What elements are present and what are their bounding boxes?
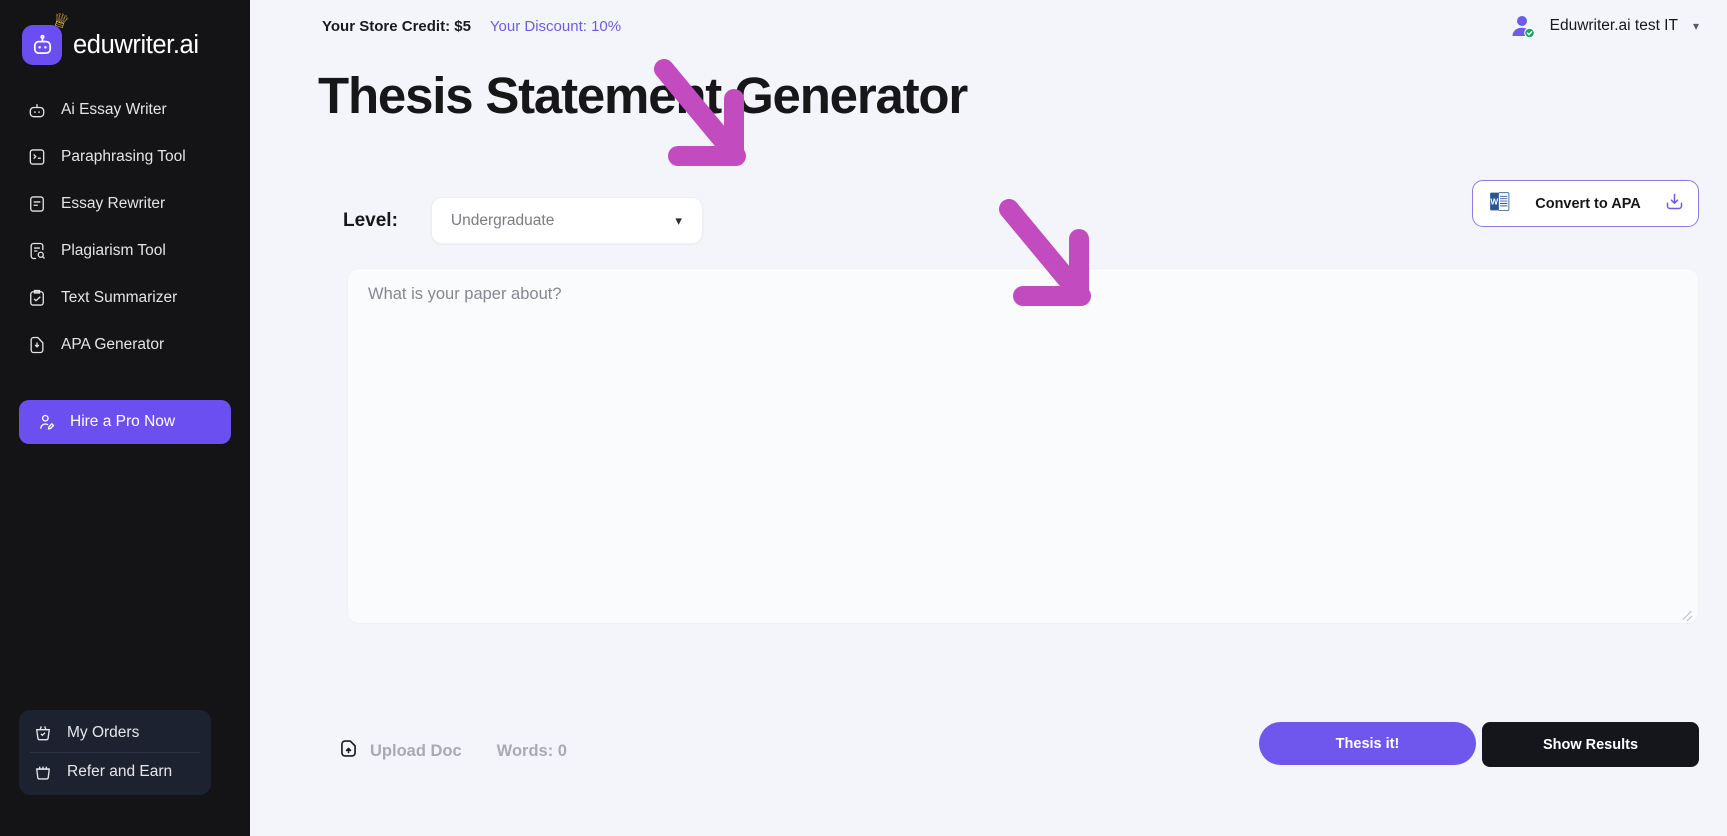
paper-topic-textarea[interactable]: What is your paper about?	[347, 268, 1699, 624]
word-count: Words: 0	[496, 741, 567, 760]
sidebar-item-my-orders[interactable]: My Orders	[19, 714, 211, 752]
basket-check-icon	[33, 723, 53, 743]
level-selector-row: Level: Undergraduate ▾	[343, 197, 703, 244]
chevron-down-icon: ▾	[675, 212, 682, 228]
topbar: Your Store Credit: $5 Your Discount: 10%…	[250, 0, 1727, 52]
page-title: Thesis Statement Generator	[318, 67, 968, 124]
chevron-down-icon: ▾	[1692, 19, 1699, 33]
sidebar-item-label: Plagiarism Tool	[61, 241, 166, 259]
document-search-icon	[27, 241, 47, 261]
user-name: Eduwriter.ai test IT	[1549, 17, 1678, 34]
crown-icon: ♕	[49, 8, 72, 35]
sidebar-item-label: Refer and Earn	[67, 763, 173, 780]
hire-a-pro-button[interactable]: Hire a Pro Now	[19, 400, 231, 444]
upload-file-icon	[338, 738, 359, 764]
user-menu[interactable]: Eduwriter.ai test IT ▾	[1507, 0, 1699, 52]
sidebar: ♕ eduwriter.ai Ai Essay Writer Paraphras…	[0, 0, 250, 836]
sidebar-item-label: Paraphrasing Tool	[61, 147, 186, 165]
sidebar-item-label: APA Generator	[61, 335, 165, 353]
sidebar-item-label: Text Summarizer	[61, 288, 178, 306]
convert-to-apa-button[interactable]: W Convert to APA	[1472, 180, 1699, 227]
sidebar-item-text-summarizer[interactable]: Text Summarizer	[0, 274, 250, 321]
main-content: Your Store Credit: $5 Your Discount: 10%…	[250, 0, 1727, 836]
level-label: Level:	[343, 209, 398, 231]
app-root: ♕ eduwriter.ai Ai Essay Writer Paraphras…	[0, 0, 1727, 836]
sidebar-item-ai-essay-writer[interactable]: Ai Essay Writer	[0, 86, 250, 133]
svg-text:W: W	[1490, 196, 1498, 206]
editor-footer-actions: Thesis it! Show Results	[1259, 722, 1699, 767]
convert-to-apa-label: Convert to APA	[1535, 195, 1641, 212]
sidebar-nav: Ai Essay Writer Paraphrasing Tool Essay …	[0, 86, 250, 368]
upload-doc-label: Upload Doc	[370, 741, 462, 760]
sidebar-item-plagiarism-tool[interactable]: Plagiarism Tool	[0, 227, 250, 274]
sidebar-bottom-panel: My Orders Refer and Earn	[19, 710, 211, 795]
sidebar-item-apa-generator[interactable]: APA Generator	[0, 321, 250, 368]
sidebar-item-label: My Orders	[67, 724, 140, 741]
robot-icon	[27, 100, 47, 120]
sidebar-item-paraphrasing-tool[interactable]: Paraphrasing Tool	[0, 133, 250, 180]
download-icon[interactable]	[1664, 191, 1685, 217]
thesis-it-button[interactable]: Thesis it!	[1259, 722, 1476, 765]
sidebar-item-refer-and-earn[interactable]: Refer and Earn	[19, 753, 211, 791]
paper-topic-placeholder: What is your paper about?	[368, 285, 562, 303]
level-select[interactable]: Undergraduate ▾	[430, 197, 703, 244]
word-document-icon: W	[1487, 189, 1512, 219]
discount-link[interactable]: Your Discount: 10%	[490, 18, 621, 35]
clipboard-check-icon	[27, 288, 47, 308]
show-results-button[interactable]: Show Results	[1482, 722, 1699, 767]
document-download-icon	[27, 335, 47, 355]
user-verified-avatar	[1507, 11, 1537, 41]
editor-footer-left: Upload Doc Words: 0	[338, 738, 567, 764]
brand-logo[interactable]: ♕ eduwriter.ai	[0, 0, 250, 72]
document-lines-icon	[27, 194, 47, 214]
sidebar-item-essay-rewriter[interactable]: Essay Rewriter	[0, 180, 250, 227]
robot-icon: ♕	[22, 9, 72, 65]
store-credit: Your Store Credit: $5	[322, 17, 471, 35]
gift-basket-icon	[33, 762, 53, 782]
sidebar-item-label: Ai Essay Writer	[61, 100, 167, 118]
upload-doc-button[interactable]: Upload Doc	[338, 738, 462, 764]
document-check-icon	[27, 147, 47, 167]
resize-handle[interactable]	[1681, 607, 1693, 619]
brand-name: eduwriter.ai	[73, 30, 199, 59]
level-select-value: Undergraduate	[450, 211, 555, 229]
hire-a-pro-label: Hire a Pro Now	[70, 413, 176, 430]
user-edit-icon	[37, 412, 57, 432]
sidebar-item-label: Essay Rewriter	[61, 194, 166, 212]
